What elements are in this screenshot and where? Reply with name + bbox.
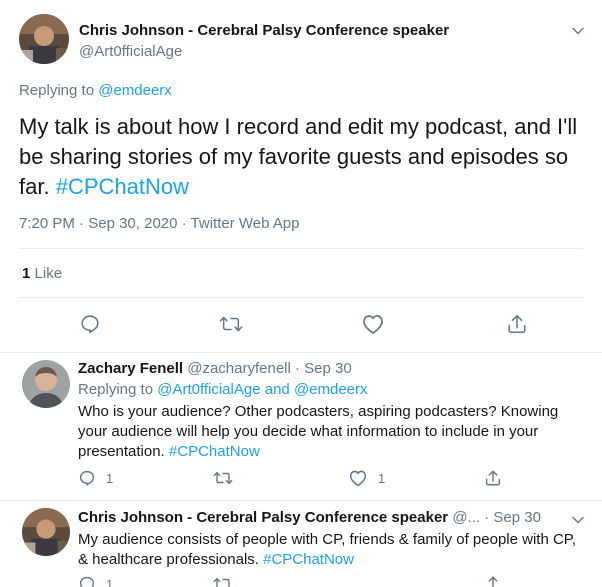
retweet-icon	[213, 578, 230, 587]
like-button[interactable]	[361, 313, 385, 335]
author-handle[interactable]: @zacharyfenell	[187, 360, 291, 377]
retweet-icon	[213, 472, 233, 484]
heart-icon	[363, 315, 383, 334]
avatar-photo	[22, 360, 70, 408]
replying-prefix: Replying to	[19, 82, 95, 99]
hashtag-link[interactable]: #CPChatNow	[56, 174, 189, 199]
avatar[interactable]	[22, 360, 70, 408]
divider	[19, 297, 583, 298]
share-icon	[485, 470, 501, 486]
like-button[interactable]: 1	[348, 469, 385, 487]
retweet-icon	[219, 316, 243, 332]
share-button[interactable]	[506, 313, 528, 335]
reply-author[interactable]: Zachary Fenell @zacharyfenell · Sep 30	[78, 360, 352, 377]
share-icon	[488, 576, 498, 587]
tweet-thread: Chris Johnson - Cerebral Palsy Conferenc…	[0, 0, 602, 587]
replying-handle-link[interactable]: @Art0fficialAge	[157, 381, 260, 398]
reply-icon	[79, 470, 95, 486]
reply-count: 1	[106, 470, 114, 486]
tweet-source[interactable]: Twitter Web App	[191, 215, 300, 232]
tweet-text: My talk is about how I record and edit m…	[19, 112, 589, 202]
reply-count: 1	[106, 576, 114, 587]
chevron-down-icon[interactable]	[572, 25, 584, 37]
author-name[interactable]: Zachary Fenell	[78, 360, 183, 377]
author-handle[interactable]: @Art0fficialAge	[79, 43, 182, 60]
meta-separator: ·	[295, 360, 300, 377]
replying-handle-link[interactable]: @emdeerx	[294, 381, 368, 398]
meta-separator: ·	[484, 509, 490, 526]
reply-author[interactable]: Chris Johnson - Cerebral Palsy Conferenc…	[78, 509, 541, 526]
main-tweet: Chris Johnson - Cerebral Palsy Conferenc…	[0, 0, 602, 353]
meta-separator: ·	[79, 215, 85, 232]
heart-icon	[349, 470, 367, 487]
avatar-photo	[22, 508, 70, 556]
tweet-time[interactable]: 7:20 PM	[19, 215, 75, 232]
replying-and: and	[264, 381, 290, 398]
reply-button[interactable]: 1	[78, 469, 113, 487]
reply-button[interactable]: 1	[78, 575, 113, 587]
tweet-text: My audience consists of people with CP, …	[78, 530, 588, 570]
likes-summary[interactable]: 1 Like	[22, 265, 62, 282]
tweet-text: Who is your audience? Other podcasters, …	[78, 402, 588, 462]
replying-to: Replying to @Art0fficialAge and @emdeerx	[78, 381, 368, 398]
tweet-date[interactable]: Sep 30	[493, 509, 541, 526]
replying-handle-link[interactable]: @emdeerx	[98, 82, 172, 99]
retweet-button[interactable]	[219, 313, 243, 335]
share-button[interactable]	[484, 469, 502, 487]
like-label: Like	[34, 265, 63, 282]
tweet-date[interactable]: Sep 30	[304, 360, 352, 377]
tweet-body: Who is your audience? Other podcasters, …	[78, 403, 559, 460]
share-button[interactable]	[484, 575, 502, 587]
share-icon	[508, 314, 526, 334]
avatar[interactable]	[22, 508, 70, 556]
reply-icon	[81, 315, 99, 334]
reply-tweet[interactable]: Zachary Fenell @zacharyfenell · Sep 30 R…	[0, 352, 602, 500]
meta-separator: ·	[181, 215, 187, 232]
tweet-meta: 7:20 PM · Sep 30, 2020 · Twitter Web App	[19, 215, 300, 232]
retweet-button[interactable]	[213, 575, 233, 587]
hashtag-link[interactable]: #CPChatNow	[263, 551, 354, 568]
reply-icon	[79, 576, 95, 587]
like-count: 1	[378, 470, 386, 486]
author-name[interactable]: Chris Johnson - Cerebral Palsy Conferenc…	[79, 22, 449, 39]
author-name[interactable]: Chris Johnson - Cerebral Palsy Conferenc…	[78, 509, 448, 526]
replying-prefix: Replying to	[78, 381, 154, 398]
avatar-photo	[19, 14, 69, 64]
replying-to: Replying to @emdeerx	[19, 82, 172, 99]
reply-tweet[interactable]: Chris Johnson - Cerebral Palsy Conferenc…	[0, 501, 602, 587]
divider	[19, 248, 583, 249]
author-handle[interactable]: @...	[452, 509, 480, 526]
avatar[interactable]	[19, 14, 69, 64]
like-count: 1	[22, 265, 31, 282]
retweet-button[interactable]	[213, 469, 233, 487]
chevron-down-icon[interactable]	[572, 514, 584, 526]
hashtag-link[interactable]: #CPChatNow	[169, 443, 260, 460]
tweet-date[interactable]: Sep 30, 2020	[88, 215, 177, 232]
reply-button[interactable]	[79, 313, 101, 335]
